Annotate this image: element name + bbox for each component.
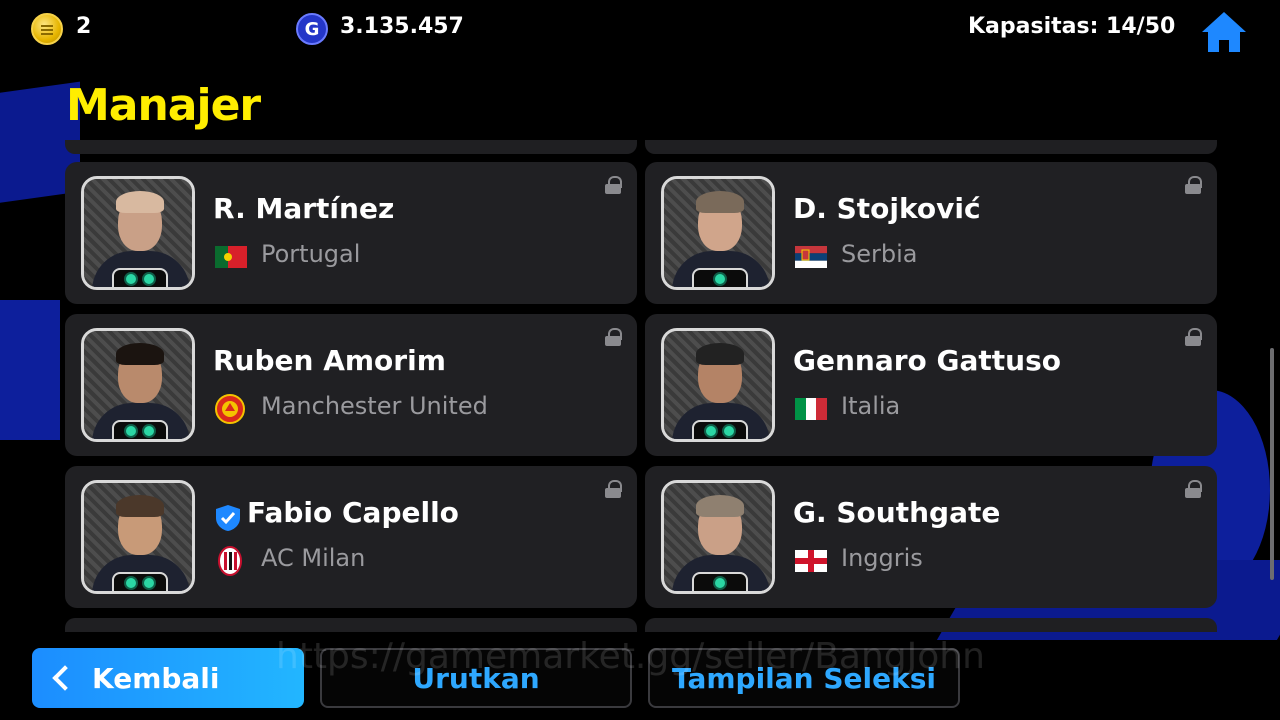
manager-name: Fabio Capello — [247, 496, 459, 529]
serbia-flag-icon — [795, 246, 827, 268]
manager-portrait — [81, 480, 195, 594]
card-partial — [645, 618, 1217, 632]
scrollbar[interactable] — [1270, 348, 1274, 580]
manager-card[interactable]: Gennaro Gattuso Italia — [645, 314, 1217, 456]
skill-badge-icon — [704, 424, 718, 438]
skill-badge-icon — [124, 272, 138, 286]
manager-affiliation: Manchester United — [261, 392, 488, 420]
selection-view-label: Tampilan Seleksi — [671, 661, 936, 695]
skill-badge-icon — [142, 576, 156, 590]
manager-name: Gennaro Gattuso — [793, 344, 1062, 377]
skill-badge-icon — [142, 424, 156, 438]
ac-milan-crest-icon — [215, 546, 245, 576]
skill-badges — [112, 268, 168, 287]
manager-affiliation: AC Milan — [261, 544, 366, 572]
skill-badge-icon — [722, 424, 736, 438]
manchester-united-crest-icon — [215, 394, 245, 424]
back-label: Kembali — [92, 661, 220, 695]
skill-badges — [692, 572, 748, 591]
manager-name: D. Stojković — [793, 192, 981, 225]
chevron-left-icon — [52, 665, 78, 691]
manager-name: R. Martínez — [213, 192, 395, 225]
lock-icon[interactable] — [605, 328, 622, 346]
manager-portrait — [661, 480, 775, 594]
manager-card[interactable]: D. Stojković Serbia — [645, 162, 1217, 304]
gp-icon: G — [296, 13, 328, 45]
lock-icon[interactable] — [1185, 480, 1202, 498]
manager-name: G. Southgate — [793, 496, 1001, 529]
card-partial — [645, 140, 1217, 154]
selection-view-button[interactable]: Tampilan Seleksi — [648, 648, 960, 708]
italy-flag-icon — [795, 398, 827, 420]
manager-portrait — [661, 176, 775, 290]
card-partial — [65, 140, 637, 154]
manager-card[interactable]: Fabio Capello AC Milan — [65, 466, 637, 608]
manager-card[interactable]: R. Martínez Portugal — [65, 162, 637, 304]
top-bar: 2 G 3.135.457 Kapasitas: 14/50 — [0, 0, 1280, 60]
skill-badges — [112, 572, 168, 591]
manager-portrait — [81, 176, 195, 290]
lock-icon[interactable] — [605, 480, 622, 498]
skill-badge-icon — [142, 272, 156, 286]
skill-badges — [692, 268, 748, 287]
skill-badges — [112, 420, 168, 439]
background-shape — [0, 300, 60, 440]
verified-shield-icon — [216, 505, 240, 531]
coin-icon — [31, 13, 63, 45]
back-button[interactable]: Kembali — [32, 648, 304, 708]
coin-balance: 2 — [76, 14, 92, 39]
page-title: Manajer — [66, 80, 261, 131]
skill-badge-icon — [124, 576, 138, 590]
manager-affiliation: Serbia — [841, 240, 918, 268]
lock-icon[interactable] — [1185, 328, 1202, 346]
sort-label: Urutkan — [412, 661, 540, 695]
portugal-flag-icon — [215, 246, 247, 268]
manager-affiliation: Italia — [841, 392, 901, 420]
manager-card[interactable]: Ruben Amorim Manchester United — [65, 314, 637, 456]
manager-name: Ruben Amorim — [213, 344, 446, 377]
card-partial — [65, 618, 637, 632]
manager-portrait — [661, 328, 775, 442]
manager-affiliation: Inggris — [841, 544, 923, 572]
gp-balance: 3.135.457 — [340, 14, 464, 39]
england-flag-icon — [795, 550, 827, 572]
capacity-counter: Kapasitas: 14/50 — [968, 14, 1176, 39]
manager-portrait — [81, 328, 195, 442]
lock-icon[interactable] — [605, 176, 622, 194]
manager-affiliation: Portugal — [261, 240, 361, 268]
skill-badge-icon — [713, 576, 727, 590]
skill-badge-icon — [124, 424, 138, 438]
manager-list[interactable]: R. Martínez Portugal D. Stojković Serbia — [65, 140, 1217, 632]
home-icon[interactable] — [1200, 10, 1248, 54]
sort-button[interactable]: Urutkan — [320, 648, 632, 708]
manager-card[interactable]: G. Southgate Inggris — [645, 466, 1217, 608]
skill-badges — [692, 420, 748, 439]
skill-badge-icon — [713, 272, 727, 286]
lock-icon[interactable] — [1185, 176, 1202, 194]
